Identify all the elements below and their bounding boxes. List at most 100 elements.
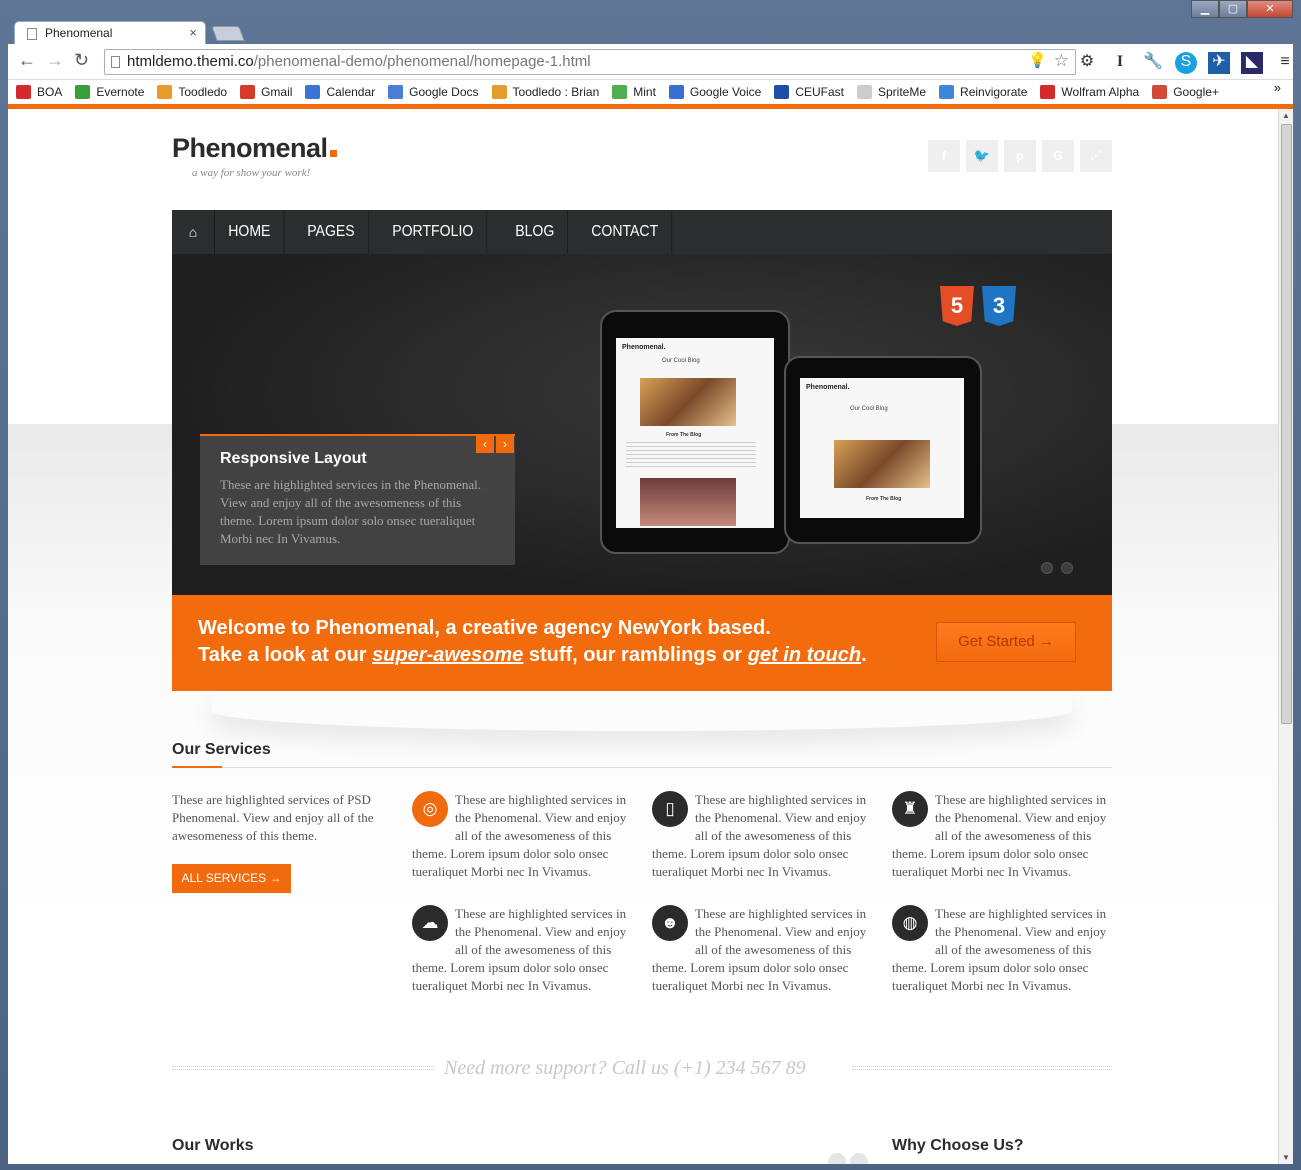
lightbulb-icon[interactable]: 💡 (1028, 51, 1047, 69)
bookmark-item[interactable]: Google Voice (668, 85, 762, 99)
pin-extension-icon[interactable]: ✈ (1208, 52, 1230, 74)
skype-icon[interactable]: S (1175, 52, 1197, 74)
bookmark-item[interactable]: Gmail (240, 85, 292, 99)
slide-caption: Responsive Layout These are highlighted … (200, 434, 515, 565)
close-tab-icon[interactable]: × (189, 25, 197, 40)
globe-icon: ◍ (892, 905, 928, 941)
minimize-button[interactable]: ▁ (1191, 0, 1219, 18)
pinterest-icon[interactable]: p (1004, 140, 1036, 172)
tab-title: Phenomenal (45, 26, 113, 40)
logo-text: Phenomenal (172, 133, 328, 163)
bookmark-label: Toodledo (178, 85, 228, 99)
main-navigation: ⌂ HOME PAGES PORTFOLIO BLOG CONTACT (172, 210, 1112, 254)
maximize-button[interactable]: ▢ (1219, 0, 1247, 18)
all-services-button[interactable]: ALL SERVICES → (172, 864, 291, 893)
slide-prev-button[interactable]: ‹ (476, 435, 494, 453)
welcome-text: Take a look at our (198, 644, 373, 666)
home-icon[interactable]: ⌂ (172, 210, 215, 254)
forward-arrow-icon[interactable]: → (46, 50, 64, 71)
bookmark-item[interactable]: Google+ (1152, 85, 1219, 99)
dotted-line (852, 1066, 1112, 1070)
instapaper-icon[interactable]: I (1109, 52, 1131, 74)
service-item: ☁ These are highlighted services in the P… (412, 905, 632, 995)
super-awesome-link[interactable]: super-awesome (372, 644, 523, 666)
bookmark-favicon-icon (75, 85, 91, 99)
tablet-image: Phenomenal. Our Cool Blog From The Blog (600, 310, 790, 554)
nav-home[interactable]: HOME (215, 210, 285, 254)
dotted-line (172, 1066, 434, 1070)
nav-portfolio[interactable]: PORTFOLIO (379, 210, 488, 254)
gear-icon[interactable]: ⚙ (1076, 52, 1098, 74)
google-icon[interactable]: G (1042, 140, 1074, 172)
tablet-landscape-image: Phenomenal. Our Cool Blog From The Blog (784, 356, 982, 544)
bookmark-label: Toodledo : Brian (512, 85, 600, 99)
bookmark-item[interactable]: Calendar (305, 85, 375, 99)
section-divider (172, 766, 1112, 768)
service-item: ♜ These are highlighted services in the P… (892, 791, 1112, 881)
bookmark-label: BOA (37, 85, 63, 99)
scrollbar-thumb[interactable] (1281, 124, 1292, 724)
caption-text: These are highlighted services in the Ph… (220, 477, 482, 546)
rss-icon[interactable]: ⋰ (1080, 140, 1112, 172)
works-prev-button[interactable] (828, 1153, 846, 1164)
bookmark-favicon-icon (857, 85, 872, 99)
back-arrow-icon[interactable]: ← (18, 50, 36, 71)
bookmark-label: Gmail (261, 85, 293, 99)
welcome-banner: Welcome to Phenomenal, a creative agency… (172, 595, 1112, 691)
bookmark-favicon-icon (1152, 85, 1168, 99)
page-icon (111, 56, 120, 68)
facebook-icon[interactable]: f (928, 140, 960, 172)
mobile-icon: ▯ (652, 791, 688, 827)
nav-blog[interactable]: BLOG (502, 210, 569, 254)
scroll-down-icon[interactable]: ▼ (1282, 1153, 1290, 1162)
address-bar[interactable]: htmldemo.themi.co/phenomenal-demo/phenom… (104, 49, 1076, 75)
slide-dot[interactable] (1041, 562, 1053, 574)
site-logo[interactable]: Phenomenal (172, 133, 337, 164)
bookmark-item[interactable]: Evernote (75, 85, 144, 99)
bookmark-favicon-icon (1040, 85, 1056, 99)
more-bookmarks-icon[interactable]: » (1274, 80, 1281, 95)
bookmark-item[interactable]: CEUFast (774, 85, 844, 99)
service-item: ◍ These are highlighted services in the P… (892, 905, 1112, 995)
bookmark-item[interactable]: SpriteMe (857, 85, 926, 99)
get-in-touch-link[interactable]: get in touch (748, 644, 861, 666)
title-bar: Phenomenal × ▁ ▢ ✕ (0, 0, 1301, 45)
why-title: Why Choose Us? (892, 1137, 1024, 1154)
scrollbar[interactable]: ▲ ▼ (1278, 109, 1293, 1164)
bookmark-item[interactable]: Toodledo (157, 85, 227, 99)
nav-contact[interactable]: CONTACT (578, 210, 672, 254)
extension-icon[interactable]: ◣ (1241, 52, 1263, 74)
browser-window: Phenomenal × ▁ ▢ ✕ ← → ↻ htmldemo.themi.… (0, 0, 1301, 1170)
welcome-text: . (861, 644, 867, 666)
slide-next-button[interactable]: › (496, 435, 514, 453)
bookmark-label: Google+ (1173, 85, 1219, 99)
nav-pages[interactable]: PAGES (294, 210, 369, 254)
works-next-button[interactable] (850, 1153, 868, 1164)
bookmark-label: Google Voice (689, 85, 762, 99)
bookmark-item[interactable]: Mint (612, 85, 656, 99)
page-icon (27, 28, 37, 40)
bookmark-label: Evernote (96, 85, 145, 99)
logo-dot (329, 150, 337, 157)
bookmark-item[interactable]: BOA (16, 85, 62, 99)
new-tab-button[interactable] (211, 26, 245, 41)
bookmark-favicon-icon (16, 85, 31, 99)
twitter-icon[interactable]: 🐦 (966, 140, 998, 172)
menu-icon[interactable]: ≡ (1274, 52, 1296, 74)
close-window-button[interactable]: ✕ (1247, 0, 1293, 18)
bookmark-item[interactable]: Google Docs (388, 85, 479, 99)
bookmark-item[interactable]: Wolfram Alpha (1040, 85, 1139, 99)
reload-icon[interactable]: ↻ (74, 50, 89, 71)
bookmark-item[interactable]: Toodledo : Brian (491, 85, 600, 99)
get-started-button[interactable]: Get Started → (936, 622, 1076, 662)
bookmark-item[interactable]: Reinvigorate (939, 85, 1027, 99)
service-item: ▯ These are highlighted services in the P… (652, 791, 872, 881)
slide-dot[interactable] (1061, 562, 1073, 574)
browser-tab[interactable]: Phenomenal × (14, 21, 206, 45)
hero-slider: 5 3 Phenomenal. Our Cool Blog From The B… (172, 254, 1112, 595)
wrench-icon[interactable]: 🔧 (1142, 52, 1164, 74)
chess-rook-icon: ♜ (892, 791, 928, 827)
works-nav (828, 1153, 868, 1164)
scroll-up-icon[interactable]: ▲ (1282, 111, 1290, 120)
bookmark-star-icon[interactable]: ☆ (1054, 51, 1069, 71)
